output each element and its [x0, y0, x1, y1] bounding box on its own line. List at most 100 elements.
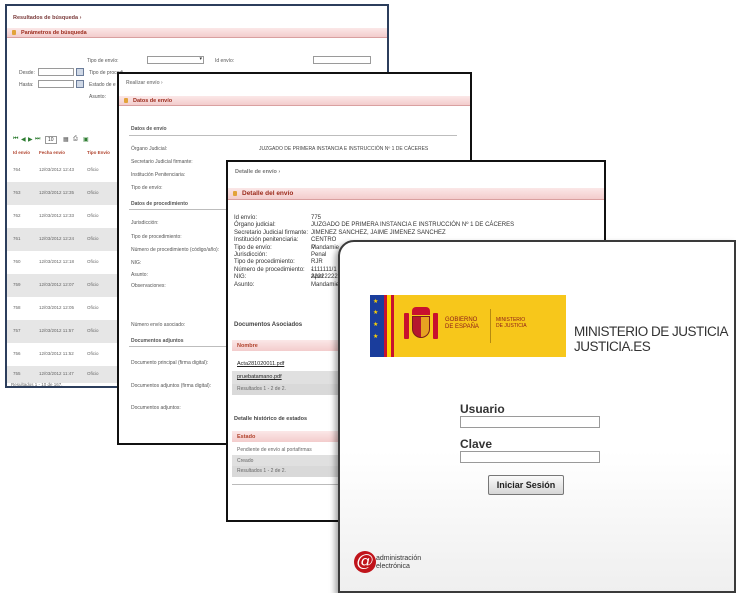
table-row[interactable]: 760 12/03/2012 12:18 Oficio [7, 251, 130, 274]
documents-header: Nombre [232, 340, 344, 351]
document-row[interactable]: Acta281020011.pdf [232, 357, 344, 371]
cell-tipo: Oficio [87, 371, 99, 376]
clave-label: Clave [460, 437, 493, 451]
gov-line1: GOBIERNO [445, 317, 478, 323]
hasta-input[interactable] [38, 80, 74, 88]
cell-tipo: Oficio [87, 259, 99, 264]
col-fecha-envio[interactable]: Fecha envío [39, 150, 65, 155]
title-line2: JUSTICIA.ES [574, 339, 651, 354]
breadcrumb: Detalle de envío › [235, 169, 281, 175]
field-value: 22222222 [311, 274, 338, 281]
detail-fields: Id envío: 775 Órgano judicial: JUZGADO DE … [234, 215, 514, 289]
cell-id: 757 [13, 328, 21, 333]
bottom-divider [232, 484, 344, 485]
id-envio-input[interactable] [313, 56, 371, 64]
field-label: Jurisdicción: [234, 251, 268, 258]
detail-row: Número de procedimiento: 1111111/1 [234, 266, 337, 274]
col-tipo-envio[interactable]: Tipo Envío [87, 150, 110, 155]
admin-elec-text: administración electrónica [376, 555, 421, 571]
section-icon [233, 191, 237, 196]
table-row[interactable]: 758 12/03/2012 12:05 Oficio [7, 297, 130, 320]
login-button[interactable]: Iniciar Sesión [488, 475, 564, 495]
table-row[interactable]: 756 12/03/2012 11:52 Oficio [7, 343, 130, 366]
cell-fecha: 12/03/2012 12:24 [39, 236, 75, 241]
section-title: Datos de envío [133, 98, 173, 104]
field-value: JIMENEZ SANCHEZ, JAIME JIMENEZ SANCHEZ [311, 229, 446, 236]
field-label: Número de procedimiento: [234, 266, 305, 273]
documentos-adjuntos-label: Documentos adjuntos: [131, 405, 181, 411]
organo-value: JUZGADO DE PRIMERA INSTANCIA E INSTRUCCI… [259, 146, 429, 152]
export-icon[interactable]: ▣ [83, 136, 89, 143]
spain-flag-icon [384, 295, 394, 357]
clave-input[interactable] [460, 451, 600, 463]
cell-fecha: 12/03/2012 12:18 [39, 259, 75, 264]
tipo-procedimiento-label: Tipo de procedimiento: [131, 234, 182, 240]
field-label: Tipo de procedimiento: [234, 259, 295, 266]
col-nombre[interactable]: Nombre [237, 343, 258, 349]
table-row[interactable]: 763 12/03/2012 12:35 Oficio [7, 182, 130, 205]
cell-id: 755 [13, 371, 21, 376]
login-window: ★ ★ ★ ★ GOBIERNO DE ESPAÑA MINISTERIO DE… [338, 240, 736, 593]
next-page-icon[interactable]: ▶ [28, 136, 33, 143]
detail-row: NIG: 22222222 [234, 274, 338, 281]
institucion-label: Institución Penitenciaria: [131, 172, 186, 178]
field-value: Mandamie [311, 281, 340, 288]
col-estado[interactable]: Estado [237, 434, 255, 440]
cell-tipo: Oficio [87, 282, 99, 287]
last-page-icon[interactable]: ⏭ [35, 136, 40, 143]
desde-label: Desde: [19, 70, 35, 76]
documento-principal-label: Documento principal (firma digital): [131, 360, 209, 366]
detail-row: Institución penitenciaria: CENTRO P [234, 237, 336, 250]
print-icon[interactable]: ⎙ [73, 136, 78, 143]
field-value: JUZGADO DE PRIMERA INSTANCIA E INSTRUCCI… [311, 222, 515, 229]
section-header: Datos de envío [119, 96, 470, 106]
tipo-envio-label: Tipo de envío: [87, 58, 119, 64]
cell-tipo: Oficio [87, 351, 99, 356]
history-state: Pendiente de envío al portafirmas [237, 447, 312, 453]
document-link[interactable]: pruebatamano.pdf [237, 374, 282, 380]
divider [129, 135, 457, 136]
calendar-icon[interactable] [76, 68, 84, 76]
cell-fecha: 12/03/2012 12:33 [39, 213, 75, 218]
at-sign-icon: @ [354, 551, 376, 573]
first-page-icon[interactable]: ⏮ [13, 136, 18, 143]
coat-of-arms-icon [404, 307, 438, 345]
cell-fecha: 12/03/2012 12:43 [39, 167, 75, 172]
detail-row: Jurisdicción: Penal [234, 251, 326, 259]
results-text: Resultados 1 - 2 de 2. [237, 468, 286, 474]
organo-label: Órgano Judicial: [131, 146, 168, 152]
detail-row: Órgano judicial: JUZGADO DE PRIMERA INSTA… [234, 222, 514, 229]
cell-fecha: 12/03/2012 11:47 [39, 371, 74, 376]
table-row[interactable]: 757 12/03/2012 11:57 Oficio [7, 320, 130, 343]
cell-id: 756 [13, 351, 21, 356]
table-row[interactable]: 761 12/03/2012 12:24 Oficio [7, 228, 130, 251]
document-row[interactable]: pruebatamano.pdf [232, 371, 344, 384]
usuario-input[interactable] [460, 416, 600, 428]
cell-id: 762 [13, 213, 21, 218]
ministry-name: MINISTERIO DE JUSTICIA [496, 317, 527, 329]
table-row[interactable]: 759 12/03/2012 12:07 Oficio [7, 274, 130, 297]
banner-yellow: GOBIERNO DE ESPAÑA MINISTERIO DE JUSTICI… [394, 295, 566, 357]
table-row[interactable]: 762 12/03/2012 12:33 Oficio [7, 205, 130, 228]
refresh-icon[interactable]: ▦ [63, 136, 69, 143]
history-row: Pendiente de envío al portafirmas [232, 444, 344, 455]
table-row[interactable]: 764 12/03/2012 12:43 Oficio [7, 159, 130, 182]
cell-tipo: Oficio [87, 167, 99, 172]
field-label: NIG: [234, 274, 247, 281]
desde-input[interactable] [38, 68, 74, 76]
tipo-envio-label: Tipo de envío: [131, 185, 163, 191]
cell-fecha: 12/03/2012 12:05 [39, 305, 75, 310]
document-link[interactable]: Acta281020011.pdf [237, 361, 284, 367]
prev-page-icon[interactable]: ◀ [21, 136, 26, 143]
documentos-adjuntos-firma-label: Documentos adjuntos (firma digital): [131, 383, 212, 389]
tipo-envio-select[interactable]: ▾ [147, 56, 204, 64]
page-size-select[interactable]: 10 [45, 136, 57, 144]
section-header: Detalle del envío [228, 188, 604, 200]
calendar-icon[interactable] [76, 80, 84, 88]
col-id-envio[interactable]: Id envío [13, 150, 30, 155]
cell-fecha: 12/03/2012 11:52 [39, 351, 74, 356]
subsection-envio: Datos de envío [131, 126, 167, 132]
field-label: Órgano judicial: [234, 222, 276, 229]
cell-tipo: Oficio [87, 190, 99, 195]
table-row[interactable]: 755 12/03/2012 11:47 Oficio [7, 366, 130, 383]
